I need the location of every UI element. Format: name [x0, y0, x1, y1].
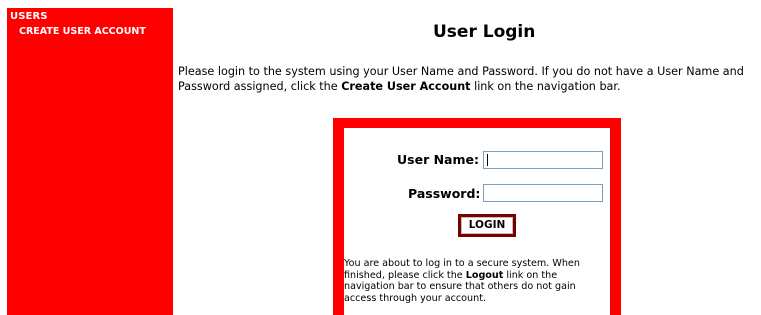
password-label: Password: [408, 186, 481, 201]
password-input[interactable] [483, 184, 603, 202]
sidebar-item-create-user-account[interactable]: CREATE USER ACCOUNT [19, 26, 146, 37]
text-cursor [487, 154, 488, 166]
security-notice: You are about to log in to a secure syst… [344, 258, 606, 304]
login-box: User Name: Password: LOGIN You are about… [333, 118, 621, 315]
username-input[interactable] [483, 151, 603, 169]
page-title: User Login [433, 22, 536, 42]
intro-text-after: link on the navigation bar. [470, 80, 621, 93]
username-label: User Name: [397, 152, 479, 167]
intro-create-account-link: Create User Account [341, 80, 471, 93]
intro-text: Please login to the system using your Us… [178, 64, 758, 94]
sidebar-header: USERS [10, 11, 48, 22]
login-button[interactable]: LOGIN [458, 214, 516, 237]
notice-logout-link: Logout [465, 269, 504, 281]
sidebar-nav: USERS CREATE USER ACCOUNT [7, 8, 173, 315]
login-button-label: LOGIN [461, 217, 513, 234]
